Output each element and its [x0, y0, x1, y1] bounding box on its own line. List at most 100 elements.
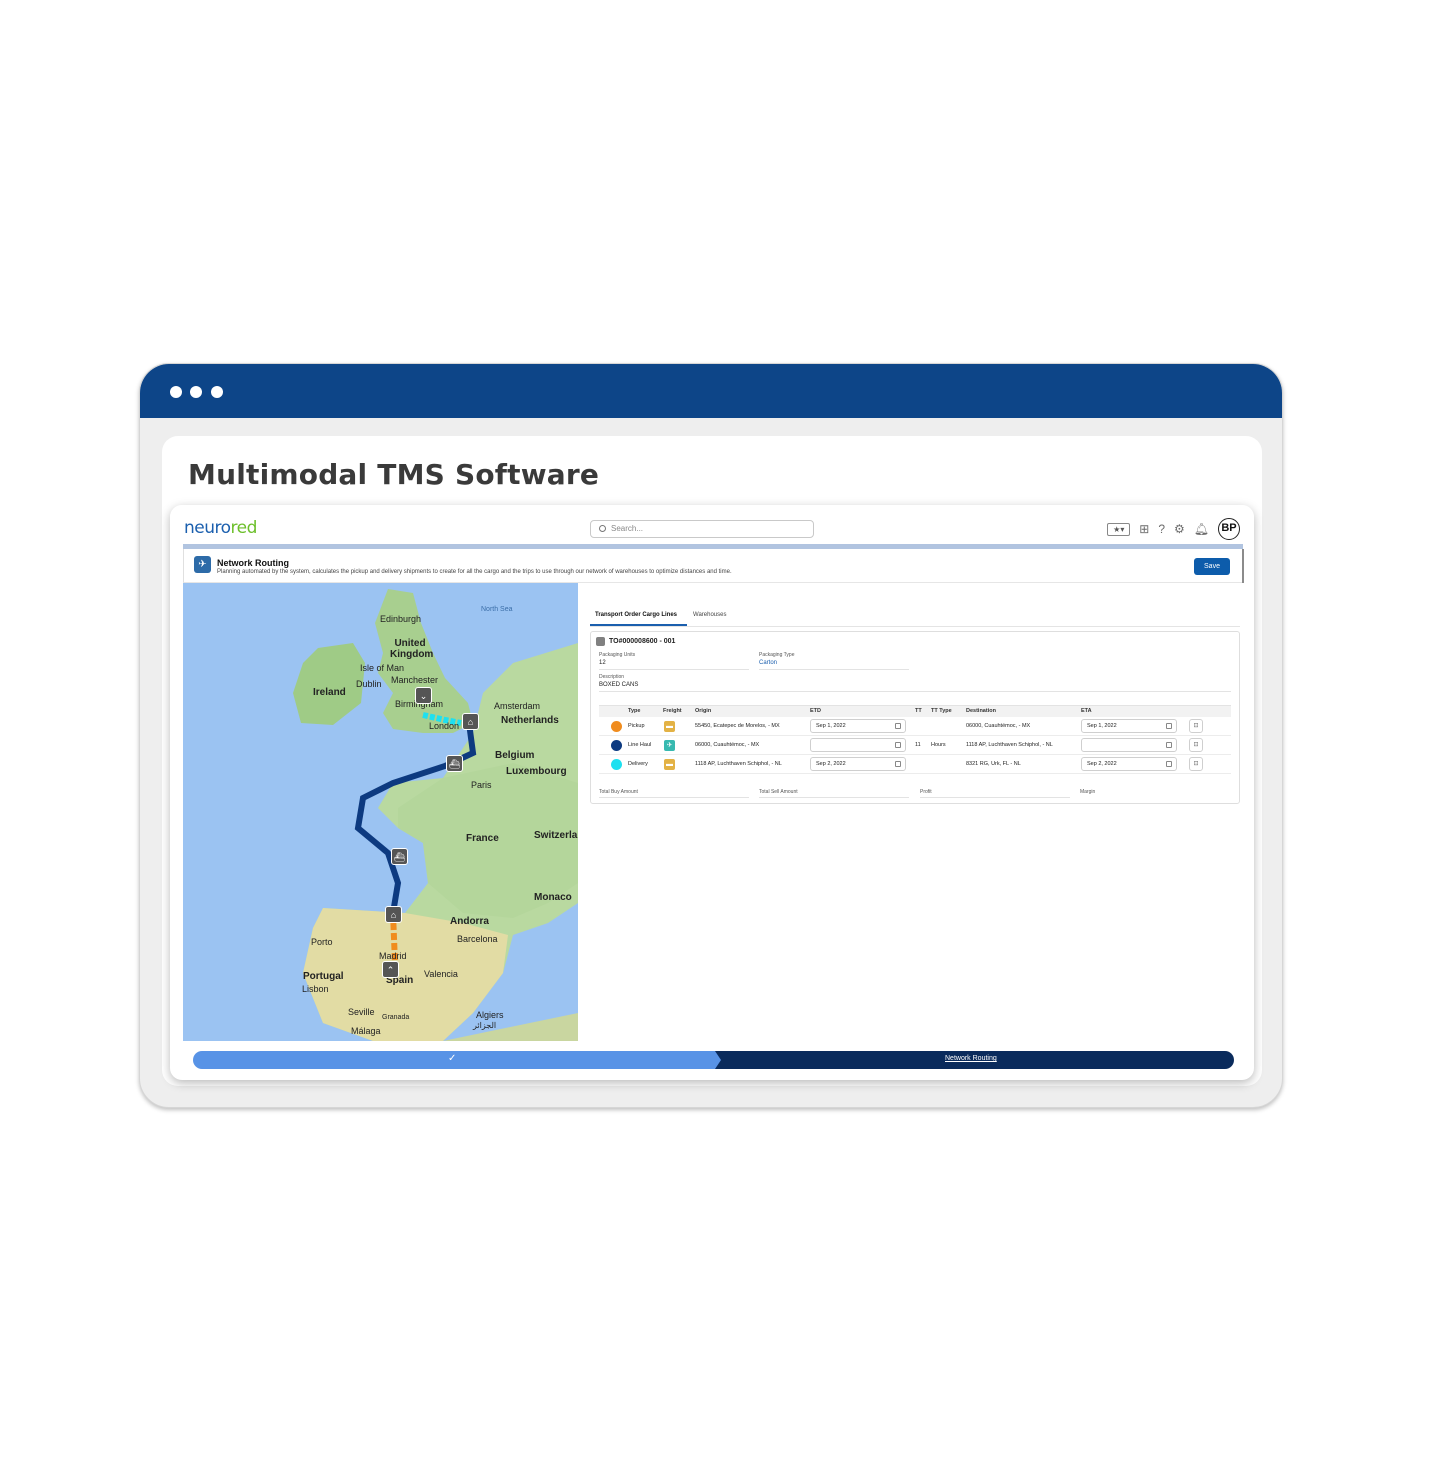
map-label: Madrid	[379, 951, 407, 961]
row-action-button[interactable]: ⊡	[1189, 757, 1203, 771]
field-divider	[599, 797, 749, 798]
map-label: Manchester	[391, 675, 439, 685]
field-divider	[920, 797, 1070, 798]
page-subtitle: Planning automated by the system, calcul…	[217, 569, 732, 575]
map-label: Málaga	[351, 1026, 381, 1036]
map-label: Seville	[348, 1007, 375, 1017]
avatar[interactable]: BP	[1218, 518, 1240, 540]
row-tt: 11	[915, 742, 921, 748]
th-freight: Freight	[663, 708, 682, 714]
etd-date-input[interactable]	[810, 738, 906, 752]
logo-text-red: red	[230, 518, 258, 538]
chevron-down-icon[interactable]: ⌄	[415, 687, 432, 704]
row-tt-type: Hours	[931, 742, 946, 748]
calendar-icon[interactable]	[895, 723, 901, 729]
tab-warehouses[interactable]: Warehouses	[693, 612, 726, 618]
linehaul-dot-icon	[611, 740, 622, 751]
calendar-icon[interactable]	[895, 742, 901, 748]
search-input[interactable]: Search...	[590, 520, 814, 538]
field-divider	[599, 669, 749, 670]
calendar-icon[interactable]	[1166, 742, 1172, 748]
map-label: London	[429, 721, 460, 731]
calendar-icon[interactable]	[1166, 723, 1172, 729]
map-label: Portugal	[303, 971, 344, 982]
route-map[interactable]: North Sea Edinburgh United Kingdom Isle …	[183, 583, 578, 1041]
help-icon[interactable]: ?	[1158, 522, 1165, 536]
add-icon[interactable]: ⊞	[1139, 522, 1149, 536]
row-destination: 06000, Cuauhtémoc, - MX	[966, 723, 1031, 729]
map-label: Ireland	[313, 687, 346, 698]
map-label: Isle of Man	[360, 663, 405, 673]
table-row[interactable]: Line Haul ✈ 06000, Cuauhtémoc, - MX 11 H…	[599, 736, 1231, 755]
row-type: Line Haul	[628, 742, 652, 748]
eta-date-input[interactable]	[1081, 738, 1177, 752]
scrollbar[interactable]	[1242, 549, 1244, 583]
map-label: France	[466, 833, 499, 844]
th-type: Type	[628, 708, 641, 714]
map-label: Edinburgh	[380, 614, 422, 624]
etd-value: Sep 2, 2022	[816, 761, 846, 767]
eta-date-input[interactable]: Sep 1, 2022	[1081, 719, 1177, 733]
th-tt: TT	[915, 708, 922, 714]
map-label: Barcelona	[457, 934, 498, 944]
map-label: North Sea	[481, 606, 513, 613]
favorites-icon[interactable]: ★▾	[1107, 522, 1131, 536]
check-icon: ✓	[448, 1053, 457, 1064]
page-headline: Multimodal TMS Software	[188, 458, 600, 491]
chevron-up-icon[interactable]: ⌃	[382, 961, 399, 978]
app-logo[interactable]: neurored	[184, 518, 257, 538]
order-id: TO#000008600 - 001	[609, 638, 676, 645]
search-icon	[599, 525, 606, 532]
map-label: Porto	[311, 937, 333, 947]
warehouse-icon[interactable]: ⌂	[462, 713, 479, 730]
browser-title-bar	[140, 364, 1282, 418]
bell-icon[interactable]: 🔔︎	[1194, 522, 1209, 536]
step-current[interactable]: Network Routing	[715, 1051, 1234, 1069]
path-progress: ✓ Network Routing	[193, 1051, 1234, 1069]
row-action-button[interactable]: ⊡	[1189, 719, 1203, 733]
step-completed[interactable]: ✓	[193, 1051, 723, 1069]
ship-icon[interactable]: ⛴	[446, 755, 463, 772]
field-divider	[759, 669, 909, 670]
table-row[interactable]: Delivery ▬ 1118 AP, Luchthaven Schiphol,…	[599, 755, 1231, 774]
cargo-line-card: TO#000008600 - 001 Packaging Units 12 Pa…	[590, 631, 1240, 804]
step-current-label[interactable]: Network Routing	[945, 1055, 997, 1062]
etd-date-input[interactable]: Sep 2, 2022	[810, 757, 906, 771]
margin-label: Margin	[1080, 789, 1096, 795]
description-label: Description	[599, 674, 625, 680]
window-dot	[170, 386, 182, 398]
routing-icon: ✈	[194, 556, 211, 573]
table-header: Type Freight Origin ETD TT TT Type Desti…	[599, 705, 1231, 717]
eta-date-input[interactable]: Sep 2, 2022	[1081, 757, 1177, 771]
map-label: Granada	[382, 1014, 410, 1021]
app-header: neurored Search... ★▾ ⊞ ? ⚙ 🔔︎ BP	[170, 505, 1254, 545]
row-origin: 06000, Cuauhtémoc, - MX	[695, 742, 760, 748]
map-label: United Kingdom	[390, 638, 434, 660]
total-sell-label: Total Sell Amount	[759, 789, 798, 795]
tab-cargo-lines[interactable]: Transport Order Cargo Lines	[595, 612, 677, 618]
tab-bar: Transport Order Cargo Lines Warehouses	[590, 605, 1240, 627]
map-label: Luxembourg	[506, 766, 567, 777]
warehouse-icon[interactable]: ⌂	[385, 906, 402, 923]
eta-value: Sep 1, 2022	[1087, 723, 1117, 729]
field-divider	[599, 691, 1231, 692]
th-etd: ETD	[810, 708, 821, 714]
package-icon	[596, 637, 605, 646]
calendar-icon[interactable]	[895, 761, 901, 767]
row-action-button[interactable]: ⊡	[1189, 738, 1203, 752]
gear-icon[interactable]: ⚙	[1174, 522, 1185, 536]
truck-icon: ▬	[664, 721, 675, 732]
ship-icon[interactable]: ⛴	[391, 848, 408, 865]
packaging-type-link[interactable]: Carton	[759, 660, 777, 666]
save-button[interactable]: Save	[1194, 558, 1230, 575]
map-label: Paris	[471, 780, 492, 790]
calendar-icon[interactable]	[1166, 761, 1172, 767]
th-destination: Destination	[966, 708, 996, 714]
table-row[interactable]: Pickup ▬ 55450, Ecatepec de Morelos, - M…	[599, 717, 1231, 736]
active-tab-indicator	[590, 624, 687, 626]
map-label: Dublin	[356, 679, 382, 689]
etd-date-input[interactable]: Sep 1, 2022	[810, 719, 906, 733]
pickup-dot-icon	[611, 721, 622, 732]
th-tt-type: TT Type	[931, 708, 952, 714]
map-label: Switzerlar	[534, 830, 578, 841]
